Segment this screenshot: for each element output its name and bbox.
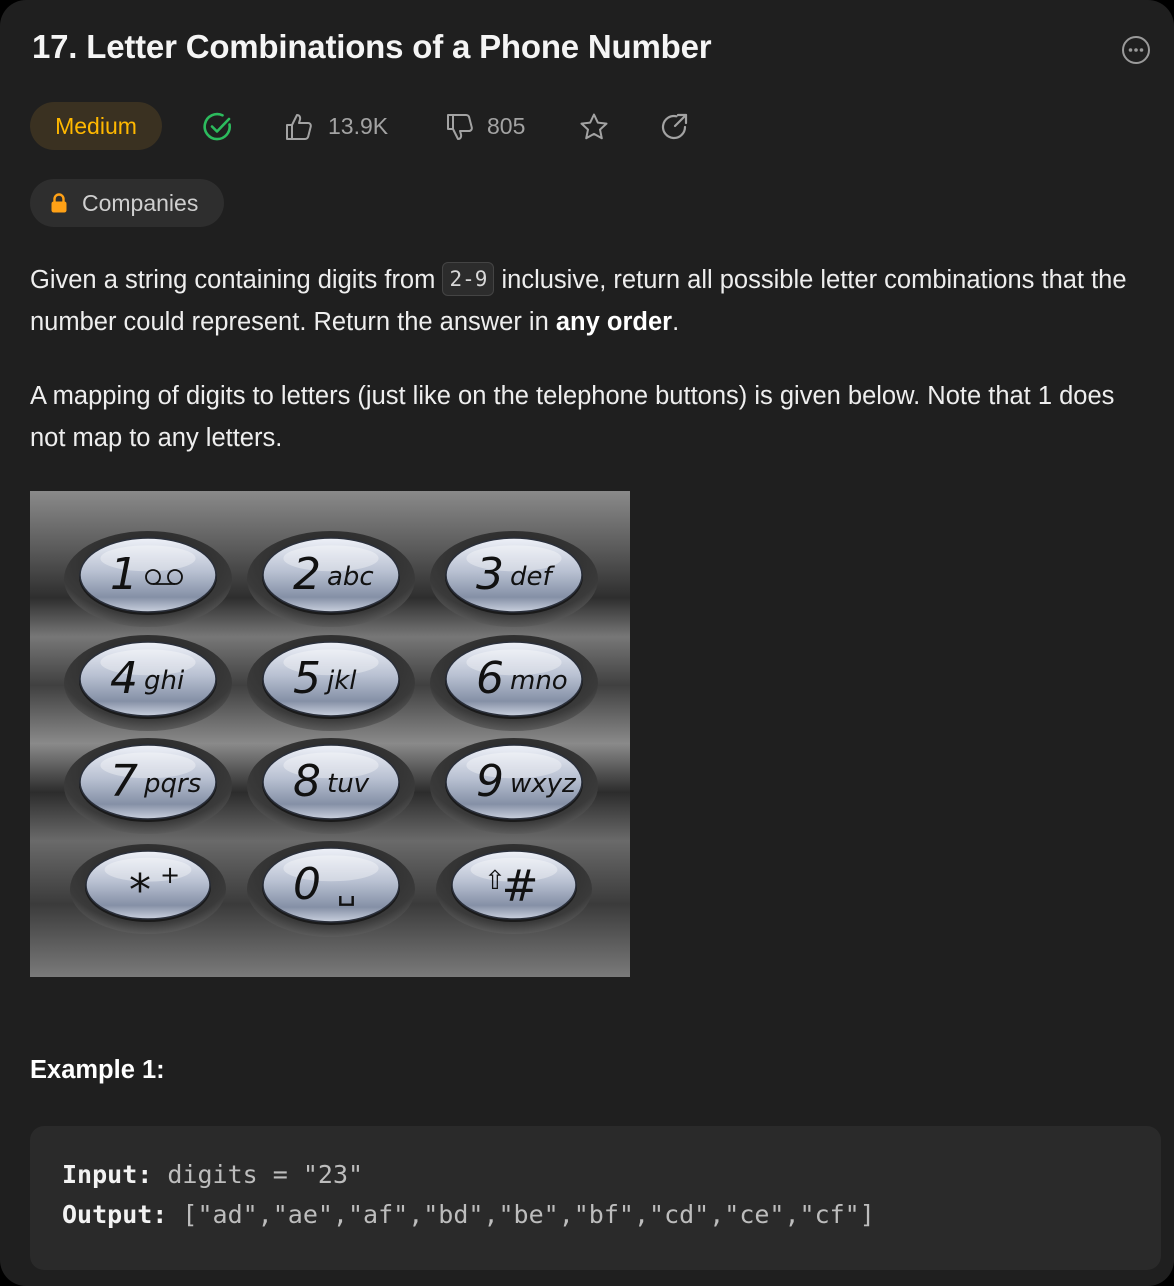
keypad-key-star: * + — [70, 844, 226, 934]
keypad-letters: pqrs — [143, 769, 201, 799]
keypad-digit: # — [502, 861, 539, 912]
keypad-digit: 5 — [293, 653, 321, 704]
keypad-letters: + — [160, 861, 180, 889]
example-input-line: Input: digits = "23" — [62, 1160, 363, 1189]
keypad-digit: 7 — [110, 756, 138, 807]
input-label: Input: — [62, 1160, 153, 1189]
keypad-digit: 9 — [476, 756, 504, 807]
keypad-key-4: 4 ghi — [64, 635, 232, 731]
example-1-box: Input: digits = "23" Output: ["ad","ae",… — [30, 1126, 1161, 1270]
companies-tag-button[interactable]: Companies — [30, 179, 224, 227]
keypad-letters: tuv — [327, 769, 370, 799]
keypad-key-5: 5 jkl — [247, 635, 415, 731]
keypad-key-0: 0 ␣ — [247, 841, 415, 937]
thumbs-down-icon — [447, 114, 473, 140]
description-emphasis: any order — [555, 308, 673, 336]
description-paragraph-2: A mapping of digits to letters (just lik… — [30, 382, 1115, 452]
output-value: ["ad","ae","af","bd","be","bf","cd","ce"… — [182, 1200, 875, 1229]
share-button[interactable] — [658, 102, 694, 150]
solved-check-icon — [203, 112, 231, 141]
difficulty-badge: Medium — [30, 102, 162, 150]
description-text: . — [672, 308, 680, 336]
keypad-digit: 2 — [293, 549, 321, 600]
example-1-title: Example 1: — [30, 1056, 165, 1084]
problem-description-panel: 17. Letter Combinations of a Phone Numbe… — [0, 0, 1174, 1286]
keypad-digit: 4 — [110, 653, 138, 704]
dislike-count: 805 — [487, 113, 526, 139]
star-icon — [580, 113, 608, 140]
keypad-key-9: 9 wxyz — [430, 738, 598, 834]
description-text: Given a string containing digits from — [30, 266, 443, 294]
more-icon — [1122, 36, 1150, 64]
example-output-line: Output: ["ad","ae","af","bd","be","bf","… — [62, 1200, 875, 1229]
keypad-digit: 3 — [476, 549, 504, 600]
inline-code-digit-range: 2-9 — [442, 262, 495, 296]
telephone-keypad-image: 1 2 abc 3 def4 ghi 5 jkl 6 mno7 pqrs 8 tuv 9 wxyz* +0 ␣ #… — [30, 491, 630, 977]
keypad-key-hash: #⇧ — [436, 844, 592, 934]
keypad-key-3: 3 def — [430, 531, 598, 627]
keypad-letters: ghi — [144, 666, 185, 696]
keypad-digit: 8 — [293, 756, 321, 807]
dislike-button[interactable]: 805 — [444, 102, 544, 150]
thumbs-up-icon — [286, 114, 312, 140]
keypad-digit: * — [129, 865, 151, 916]
description-paragraph-1: Given a string containing digits from 2-… — [30, 259, 1140, 343]
companies-label: Companies — [82, 190, 199, 216]
keypad-letters: wxyz — [510, 769, 577, 799]
like-count: 13.9K — [328, 113, 389, 139]
share-icon — [661, 113, 688, 140]
keypad-key-8: 8 tuv — [247, 738, 415, 834]
keypad-key-7: 7 pqrs — [64, 738, 232, 834]
keypad-letters: jkl — [324, 666, 357, 696]
keypad-key-6: 6 mno — [430, 635, 598, 731]
keypad-digit: 0 — [293, 859, 321, 910]
keypad-letters: def — [510, 562, 556, 592]
problem-meta-row: Medium 13.9K 805 — [30, 102, 730, 150]
input-value: digits = "23" — [167, 1160, 364, 1189]
more-options-button[interactable] — [1121, 35, 1151, 65]
output-label: Output: — [62, 1200, 168, 1229]
keypad-letters: ␣ — [337, 872, 356, 907]
lock-icon — [51, 193, 67, 213]
keypad-key-2: 2 abc — [247, 531, 415, 627]
keypad-key-1: 1 — [64, 531, 232, 627]
keypad-letters: mno — [510, 666, 568, 696]
keypad-digit: 6 — [476, 653, 504, 704]
like-button[interactable]: 13.9K — [283, 102, 403, 150]
keypad-letters: ⇧ — [484, 866, 506, 896]
keypad-letters: abc — [327, 562, 374, 592]
problem-title: 17. Letter Combinations of a Phone Numbe… — [32, 28, 712, 65]
favorite-button[interactable] — [578, 102, 614, 150]
keypad-digit: 1 — [110, 549, 138, 600]
